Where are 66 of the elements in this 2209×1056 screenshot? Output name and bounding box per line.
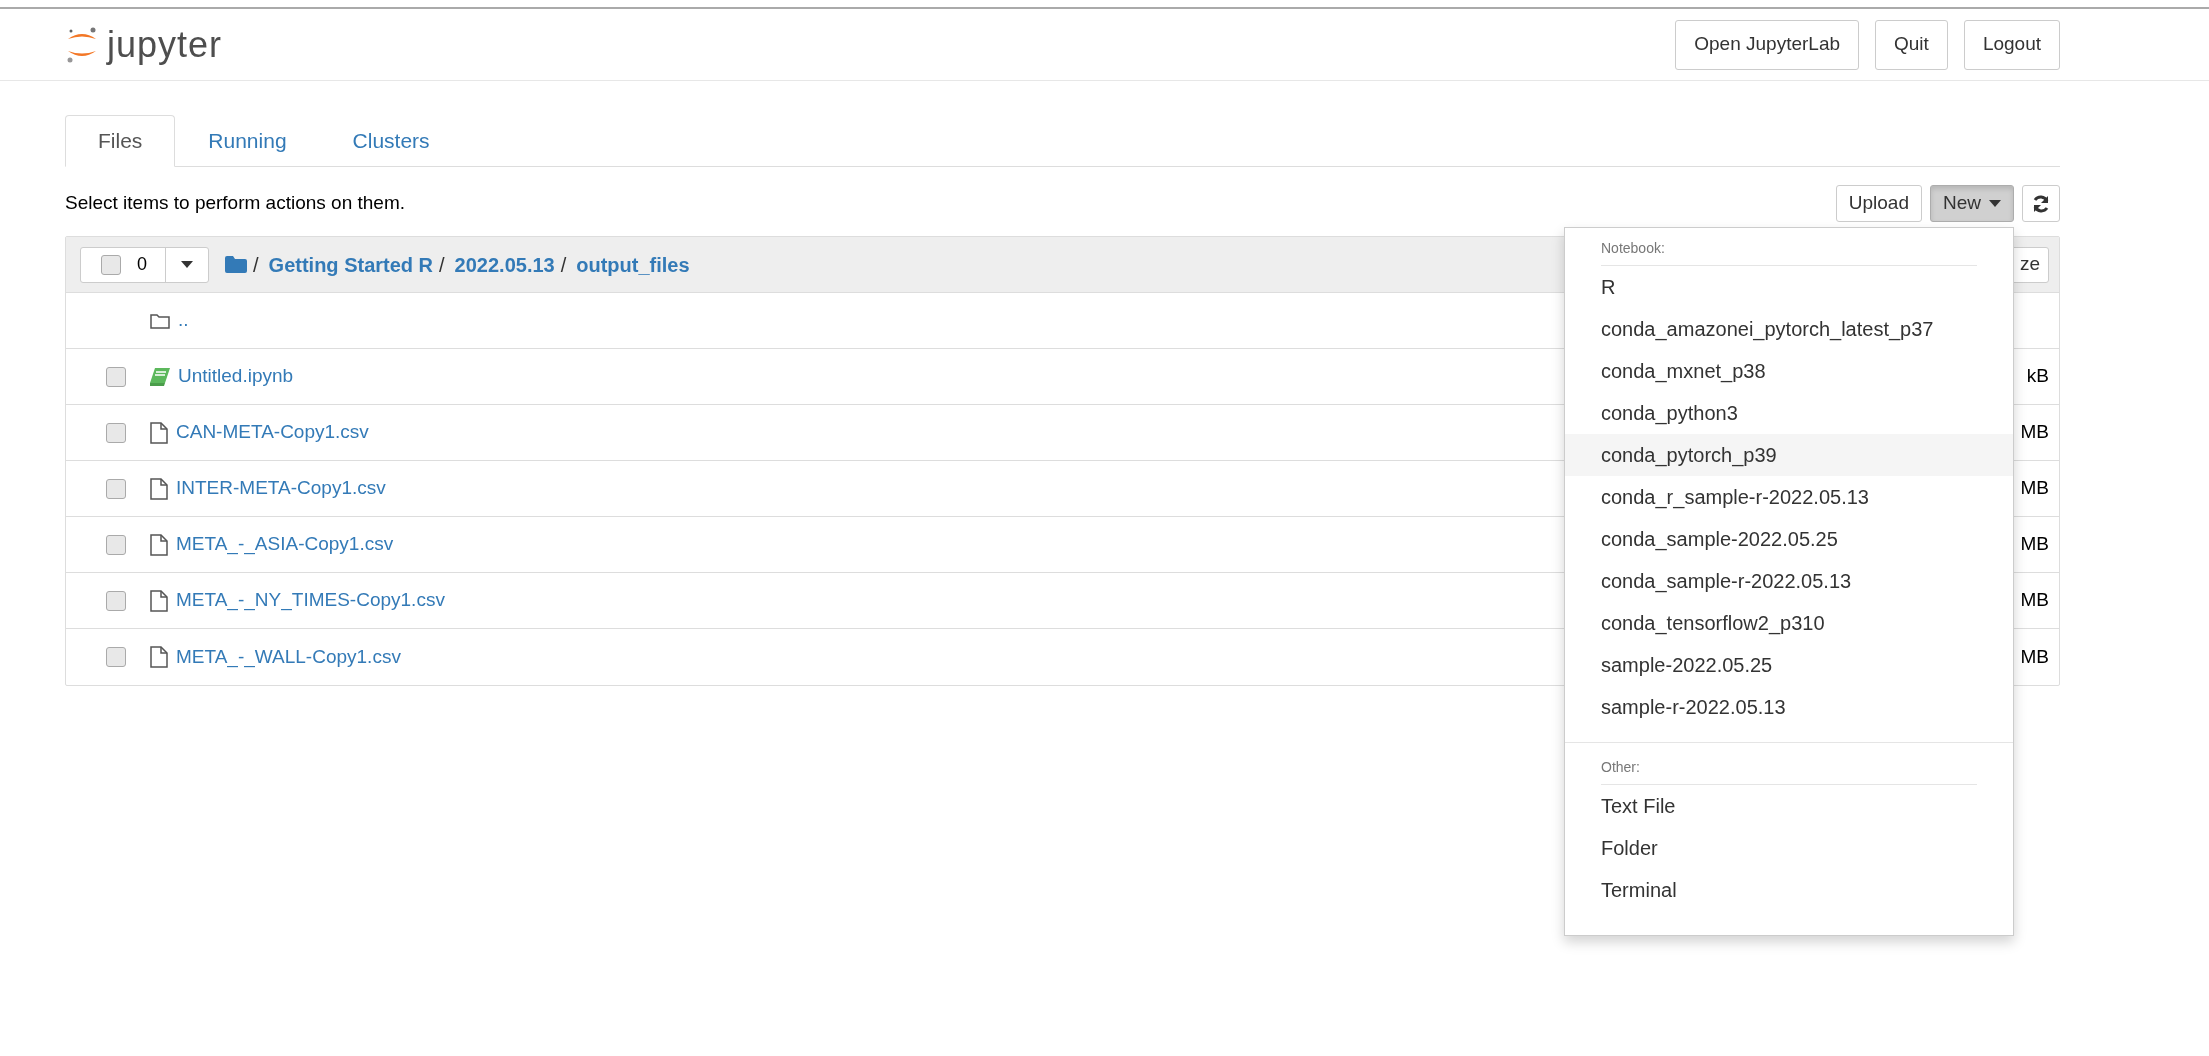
header-button[interactable]: Open JupyterLab — [1675, 19, 1859, 70]
row-checkbox[interactable] — [106, 590, 126, 611]
breadcrumb-link[interactable]: output_files — [576, 249, 690, 280]
header-button[interactable]: Logout — [1963, 19, 2060, 70]
path-separator: / — [560, 252, 567, 278]
header-button[interactable]: Quit — [1875, 19, 1948, 70]
menu-item[interactable]: conda_tensorflow2_p310 — [1565, 602, 2013, 644]
file-size: MB — [2020, 476, 2049, 501]
row-checkbox[interactable] — [106, 366, 126, 387]
menu-item[interactable]: sample-2022.05.25 — [1565, 644, 2013, 686]
select-all-checkbox[interactable] — [101, 254, 121, 275]
notebook-icon — [150, 367, 170, 386]
tab[interactable]: Running — [175, 115, 320, 167]
file-icon — [150, 533, 168, 556]
folder-icon[interactable] — [225, 256, 247, 273]
menu-item[interactable]: conda_pytorch_p39 — [1565, 434, 2013, 476]
file-link[interactable]: CAN-META-Copy1.csv — [176, 418, 369, 447]
logo-text: jupyter — [107, 26, 223, 63]
row-checkbox[interactable] — [106, 534, 126, 555]
menu-item[interactable]: conda_sample-2022.05.25 — [1565, 518, 2013, 560]
row-checkbox[interactable] — [106, 478, 126, 499]
breadcrumb-link[interactable]: Getting Started R — [268, 249, 434, 280]
menu-item[interactable]: Terminal — [1565, 869, 2013, 911]
parent-folder-link[interactable]: .. — [178, 306, 189, 335]
file-icon — [150, 589, 168, 612]
file-size: MB — [2020, 644, 2049, 669]
file-size: MB — [2020, 532, 2049, 557]
menu-section-header: Other: — [1601, 753, 1977, 785]
file-icon — [150, 421, 168, 444]
select-all-control[interactable]: 0 — [80, 246, 209, 283]
menu-item[interactable]: conda_r_sample-r-2022.05.13 — [1565, 476, 2013, 518]
menu-item[interactable]: sample-r-2022.05.13 — [1565, 686, 2013, 728]
new-button[interactable]: New — [1930, 185, 2014, 222]
menu-item[interactable]: Text File — [1565, 785, 2013, 827]
row-checkbox[interactable] — [106, 647, 126, 667]
row-checkbox[interactable] — [106, 422, 126, 443]
file-link[interactable]: META_-_NY_TIMES-Copy1.csv — [176, 586, 445, 615]
menu-item[interactable]: conda_mxnet_p38 — [1565, 350, 2013, 392]
file-icon — [150, 477, 168, 500]
menu-item[interactable]: conda_amazonei_pytorch_latest_p37 — [1565, 308, 2013, 350]
path-separator: / — [253, 252, 259, 278]
folder-icon — [150, 312, 170, 329]
file-link[interactable]: META_-_ASIA-Copy1.csv — [176, 530, 394, 559]
upload-button[interactable]: Upload — [1835, 185, 1922, 222]
file-link[interactable]: INTER-META-Copy1.csv — [176, 474, 386, 503]
selected-count: 0 — [137, 253, 147, 276]
menu-section-header: Notebook: — [1601, 234, 1977, 266]
caret-icon — [1989, 200, 2001, 207]
menu-item[interactable]: R — [1565, 266, 2013, 308]
file-icon — [150, 646, 168, 668]
menu-item[interactable]: conda_sample-r-2022.05.13 — [1565, 560, 2013, 602]
file-size: MB — [2020, 588, 2049, 613]
refresh-button[interactable] — [2022, 185, 2060, 222]
menu-item[interactable]: Folder — [1565, 827, 2013, 869]
file-link[interactable]: META_-_WALL-Copy1.csv — [176, 642, 401, 672]
tab[interactable]: Files — [65, 115, 176, 167]
file-size: kB — [2026, 364, 2049, 389]
file-link[interactable]: Untitled.ipynb — [178, 362, 294, 391]
caret-icon[interactable] — [181, 261, 193, 268]
menu-item[interactable]: conda_python3 — [1565, 392, 2013, 434]
breadcrumb-link[interactable]: 2022.05.13 — [454, 249, 555, 280]
refresh-icon — [2031, 194, 2051, 215]
file-size: MB — [2020, 420, 2049, 445]
path-separator: / — [439, 252, 445, 278]
tab[interactable]: Clusters — [319, 115, 463, 167]
instruction-text: Select items to perform actions on them. — [65, 191, 406, 216]
